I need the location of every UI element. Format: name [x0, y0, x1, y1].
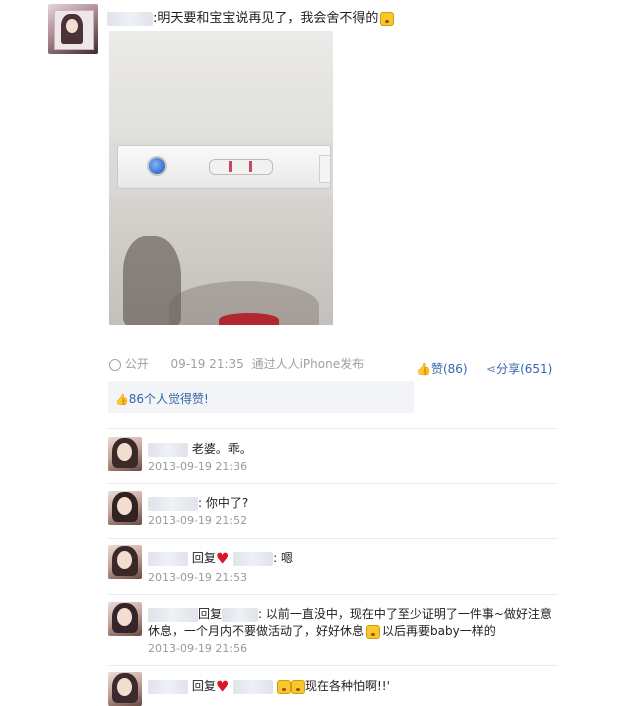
share-label: 分享(651): [496, 362, 553, 376]
divider: [108, 665, 558, 666]
privacy-label[interactable]: 公开: [125, 357, 149, 371]
reply-target-name[interactable]: [233, 679, 274, 694]
emoji-face-icon: [276, 679, 291, 694]
emoji-face-icon: [366, 624, 381, 639]
post-text: 明天要和宝宝说再见了，我会舍不得的: [157, 11, 379, 26]
heart-icon: ♥: [215, 677, 230, 696]
comment-avatar[interactable]: [108, 437, 142, 471]
author-name[interactable]: [107, 11, 153, 26]
comment-text: 回复♥ 现在各种怕啊!!': [148, 677, 390, 696]
comment-body: : 嗯: [273, 551, 293, 565]
divider: [108, 483, 558, 484]
reply-label: 回复: [198, 607, 223, 621]
comment-avatar[interactable]: [108, 602, 142, 636]
divider: [108, 538, 558, 539]
reply-target-name[interactable]: [222, 607, 259, 622]
comment-text: 回复♥ : 嗯: [148, 549, 293, 568]
post-time: 09-19 21:35: [170, 357, 244, 371]
thumbs-up-icon: 👍: [416, 362, 431, 376]
comment-avatar[interactable]: [108, 491, 142, 525]
reply-target-name[interactable]: [233, 551, 274, 566]
test-result-window: [209, 159, 273, 175]
thumbs-up-icon: 👍: [115, 393, 129, 406]
comment-time: 2013-09-19 21:53: [148, 571, 248, 584]
post-photo[interactable]: [109, 31, 333, 325]
comment-time: 2013-09-19 21:52: [148, 514, 248, 527]
globe-icon[interactable]: [109, 358, 121, 371]
commenter-name[interactable]: [148, 607, 198, 622]
heart-icon: ♥: [215, 549, 230, 568]
comment-avatar[interactable]: [108, 545, 142, 579]
commenter-name[interactable]: [148, 551, 188, 566]
comment-avatar[interactable]: [108, 672, 142, 706]
reply-label: 回复: [191, 679, 216, 693]
comment-body: : 你中了?: [198, 496, 249, 510]
comment-body-line2: 休息，一个月内不要做活动了，好好休息: [148, 624, 365, 638]
comment-body: 老婆。乖。: [191, 442, 252, 456]
comment-time: 2013-09-19 21:56: [148, 642, 248, 655]
like-button[interactable]: 👍赞(86): [416, 360, 468, 377]
share-button[interactable]: ⋖分享(651): [486, 360, 552, 377]
comment-time: 2013-09-19 21:36: [148, 460, 248, 473]
emoji-face-icon: [380, 11, 395, 26]
comment-body-line1: : 以前一直没中，现在中了至少证明了一件事~做好注意: [258, 607, 552, 621]
divider: [108, 594, 558, 595]
comment-text: : 你中了?: [148, 494, 248, 511]
post-meta: 公开 09-19 21:35 通过人人iPhone发布: [109, 355, 364, 372]
commenter-name[interactable]: [148, 496, 198, 511]
like-count-text[interactable]: 86个人觉得赞!: [129, 392, 209, 406]
post-header: :明天要和宝宝说再见了，我会舍不得的: [107, 7, 395, 26]
like-count-box: 👍86个人觉得赞!: [108, 381, 414, 413]
commenter-name[interactable]: [148, 679, 188, 694]
comment-text: 回复 : 以前一直没中，现在中了至少证明了一件事~做好注意: [148, 605, 552, 622]
divider: [108, 428, 558, 429]
comment-text-line2: 休息，一个月内不要做活动了，好好休息 以后再要baby一样的: [148, 622, 496, 639]
test-window-dot: [147, 156, 167, 176]
comment-body: 现在各种怕啊!!': [304, 679, 390, 693]
commenter-name[interactable]: [148, 442, 188, 457]
author-avatar[interactable]: [48, 4, 98, 54]
post-via[interactable]: 通过人人iPhone发布: [252, 357, 365, 371]
comment-body-line2b: 以后再要baby一样的: [382, 624, 496, 638]
share-icon: ⋖: [486, 362, 497, 376]
reply-label: 回复: [191, 551, 216, 565]
emoji-face-icon: [290, 679, 305, 694]
like-label: 赞(86): [430, 362, 468, 376]
comment-text: 老婆。乖。: [148, 440, 252, 457]
